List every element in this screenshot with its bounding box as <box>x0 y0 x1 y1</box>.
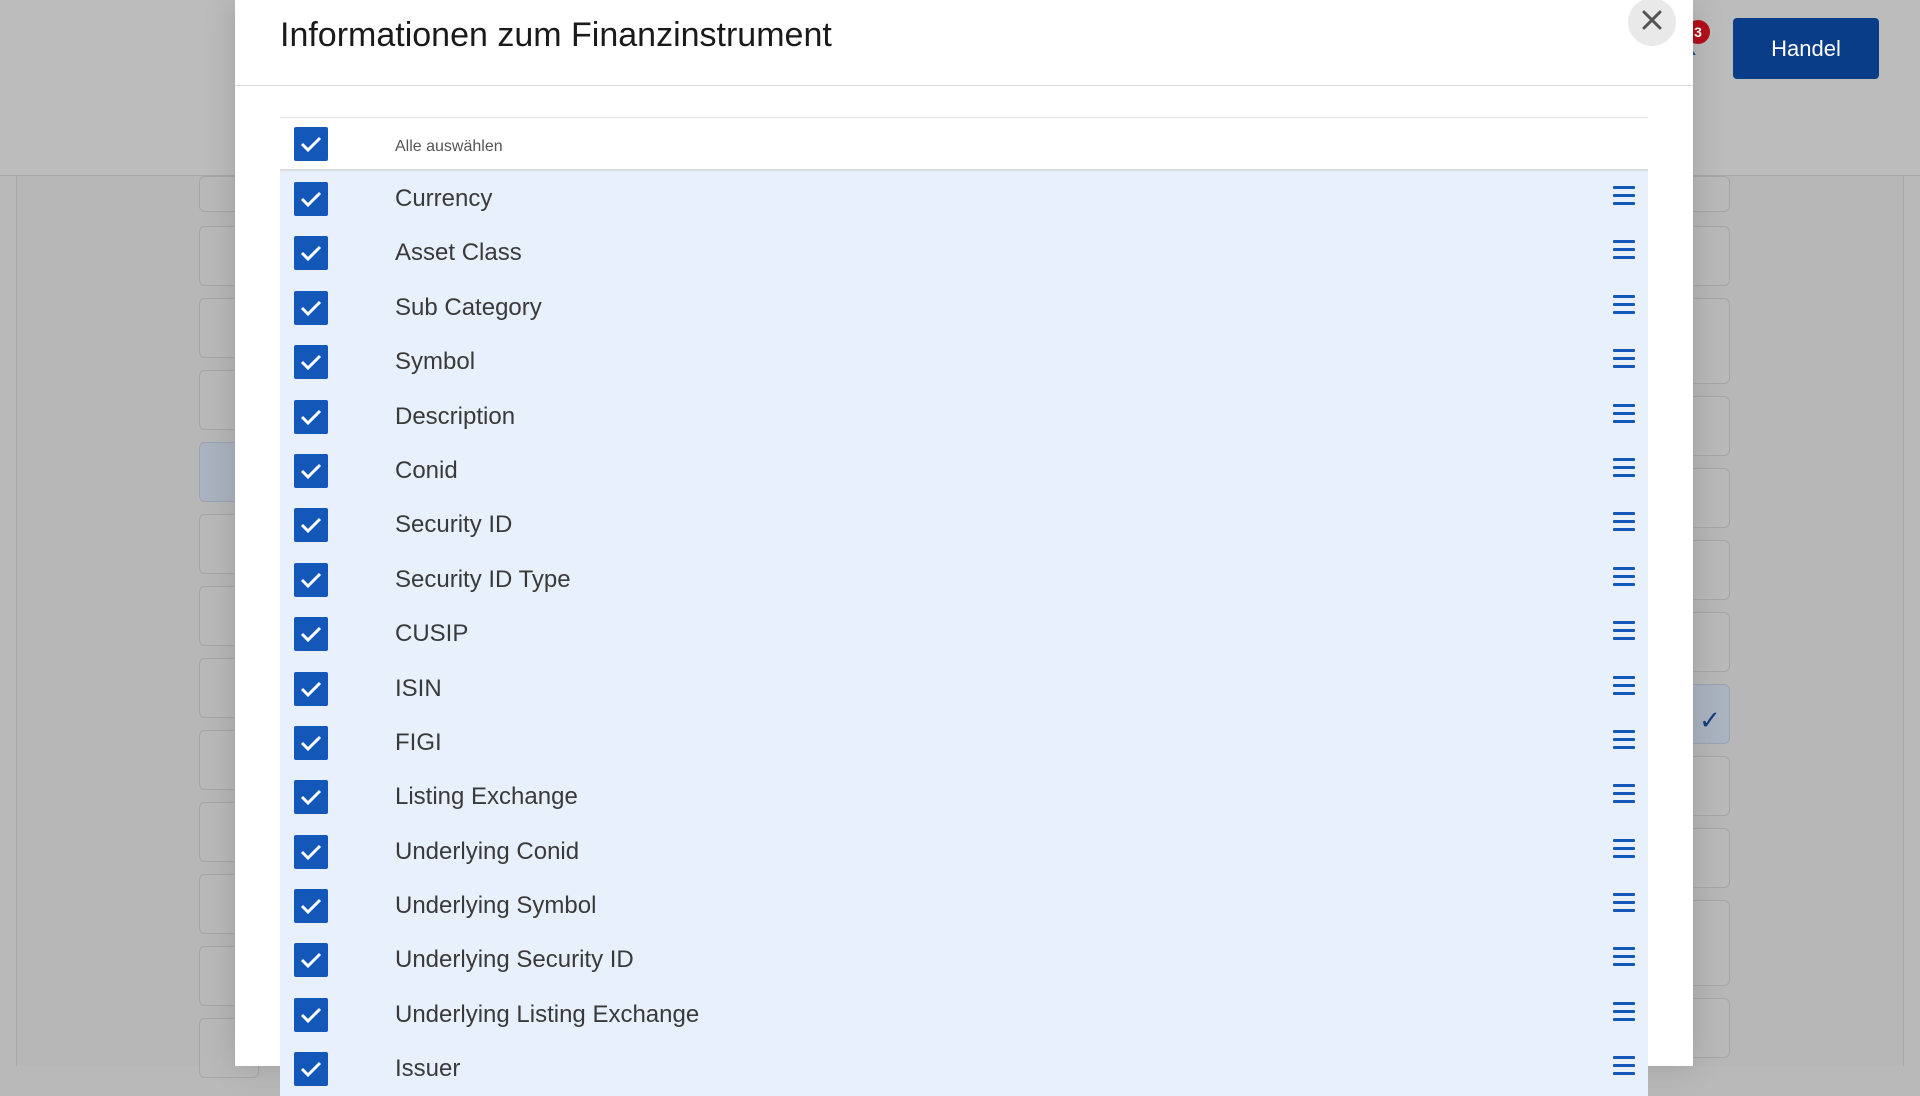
list-item[interactable]: Currency <box>280 171 1648 225</box>
drag-handle-icon[interactable] <box>1613 512 1635 534</box>
drag-handle-icon[interactable] <box>1613 729 1635 752</box>
item-checkbox[interactable] <box>294 236 328 271</box>
item-checkbox[interactable] <box>294 943 328 978</box>
item-label: Sub Category <box>395 293 542 321</box>
select-all-checkbox[interactable] <box>294 127 328 161</box>
drag-handle-icon[interactable] <box>1613 1001 1635 1024</box>
item-label: Asset Class <box>395 239 522 267</box>
modal-header: Informationen zum Finanzinstrument <box>235 0 1693 86</box>
item-checkbox[interactable] <box>294 617 328 652</box>
drag-handle-icon[interactable] <box>1613 294 1635 317</box>
item-checkbox[interactable] <box>294 345 328 380</box>
list-item[interactable]: Security ID <box>280 497 1648 551</box>
item-label: Conid <box>395 456 458 484</box>
item-checkbox[interactable] <box>294 182 328 216</box>
drag-handle-icon[interactable] <box>1613 186 1635 208</box>
item-label: Listing Exchange <box>395 783 578 811</box>
item-label: CUSIP <box>395 620 469 648</box>
item-label: Underlying Conid <box>395 837 580 865</box>
item-checkbox[interactable] <box>294 399 328 434</box>
drag-handle-icon[interactable] <box>1613 784 1635 806</box>
list-item[interactable]: Conid <box>280 443 1648 497</box>
item-label: FIGI <box>395 728 442 756</box>
item-checkbox[interactable] <box>294 834 328 869</box>
item-label: ISIN <box>395 674 442 702</box>
list-item[interactable]: Issuer <box>280 1041 1648 1095</box>
close-icon <box>1641 7 1663 37</box>
list-item[interactable]: Asset Class <box>280 225 1648 279</box>
drag-handle-icon[interactable] <box>1613 947 1635 969</box>
item-checkbox[interactable] <box>294 290 328 325</box>
drag-handle-icon[interactable] <box>1613 621 1635 643</box>
column-list: Alle auswählen Currency Asset Class Sub Ca… <box>280 117 1648 1096</box>
item-label: Currency <box>395 185 493 212</box>
list-item[interactable]: Underlying Symbol <box>280 878 1648 932</box>
list-item[interactable]: FIGI <box>280 715 1648 769</box>
item-checkbox[interactable] <box>294 453 328 488</box>
item-label: Underlying Security ID <box>395 946 634 974</box>
item-label: Description <box>395 402 516 430</box>
drag-handle-icon[interactable] <box>1613 838 1635 861</box>
item-label: Security ID <box>395 511 513 539</box>
checkmark-icon: ✓ <box>1699 704 1721 735</box>
list-item[interactable]: Description <box>280 389 1648 443</box>
drag-handle-icon[interactable] <box>1613 403 1635 426</box>
item-label: Security ID Type <box>395 565 571 593</box>
list-item[interactable]: Underlying Listing Exchange <box>280 987 1648 1041</box>
list-item[interactable]: CUSIP <box>280 606 1648 660</box>
drag-handle-icon[interactable] <box>1613 349 1635 371</box>
select-all-label: Alle auswählen <box>395 138 503 155</box>
trade-button[interactable]: Handel <box>1733 18 1879 79</box>
list-item[interactable]: Sub Category <box>280 280 1648 334</box>
item-checkbox[interactable] <box>294 562 328 597</box>
select-all-row[interactable]: Alle auswählen <box>280 117 1648 171</box>
item-label: Symbol <box>395 348 476 376</box>
item-checkbox[interactable] <box>294 508 328 543</box>
item-checkbox[interactable] <box>294 889 328 924</box>
list-item[interactable]: Underlying Conid <box>280 824 1648 878</box>
item-checkbox[interactable] <box>294 725 328 760</box>
item-checkbox[interactable] <box>294 997 328 1032</box>
item-checkbox[interactable] <box>294 1052 328 1087</box>
list-item[interactable]: ISIN <box>280 661 1648 715</box>
drag-handle-icon[interactable] <box>1613 566 1635 589</box>
item-checkbox[interactable] <box>294 671 328 706</box>
drag-handle-icon[interactable] <box>1613 240 1635 262</box>
item-label: Issuer <box>395 1055 461 1083</box>
modal-title: Informationen zum Finanzinstrument <box>280 16 832 54</box>
list-item[interactable]: Security ID Type <box>280 552 1648 606</box>
item-label: Underlying Listing Exchange <box>395 1000 700 1028</box>
drag-handle-icon[interactable] <box>1613 1056 1635 1078</box>
item-label: Underlying Symbol <box>395 892 597 920</box>
instrument-info-modal: Informationen zum Finanzinstrument Alle … <box>235 0 1693 1096</box>
item-checkbox[interactable] <box>294 780 328 815</box>
drag-handle-icon[interactable] <box>1613 893 1635 915</box>
drag-handle-icon[interactable] <box>1613 675 1635 698</box>
list-item[interactable]: Underlying Security ID <box>280 932 1648 986</box>
close-button[interactable] <box>1628 0 1676 46</box>
list-item[interactable]: Symbol <box>280 334 1648 388</box>
list-item[interactable]: Listing Exchange <box>280 769 1648 823</box>
column-rows: Currency Asset Class Sub Category Symbol Des… <box>280 171 1648 1096</box>
drag-handle-icon[interactable] <box>1613 457 1635 480</box>
